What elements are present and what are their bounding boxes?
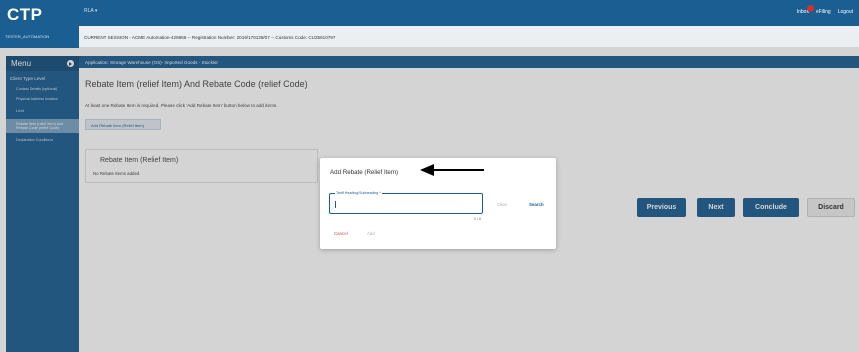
cancel-button[interactable]: Cancel — [334, 231, 348, 236]
clear-button[interactable]: Clear — [497, 202, 507, 207]
app-logo: CTP — [0, 0, 79, 26]
inbox-link[interactable]: Inbox — [797, 5, 814, 15]
annotation-arrow-icon — [420, 164, 484, 176]
logout-link[interactable]: Logout — [838, 9, 853, 15]
header-links: Inbox eFiling Logout — [797, 5, 853, 15]
dialog-title: Add Rebate (Relief Item) — [330, 169, 399, 176]
add-button[interactable]: Add — [367, 231, 375, 236]
notification-badge — [806, 5, 814, 12]
text-cursor — [335, 201, 336, 208]
current-session-text: CURRENT SESSION - ACME Automation-426686… — [84, 35, 336, 40]
top-header — [0, 0, 859, 26]
tariff-heading-input[interactable]: Tariff Heading/Subheading * — [329, 191, 483, 214]
tester-label: TESTER_AUTOMATION — [0, 26, 79, 48]
efiling-link[interactable]: eFiling — [816, 9, 831, 15]
tariff-heading-label: Tariff Heading/Subheading * — [335, 191, 382, 195]
user-menu[interactable]: RLA ▾ — [84, 8, 97, 14]
search-button[interactable]: Search — [529, 202, 544, 207]
character-counter: 0 / 8 — [474, 217, 481, 221]
